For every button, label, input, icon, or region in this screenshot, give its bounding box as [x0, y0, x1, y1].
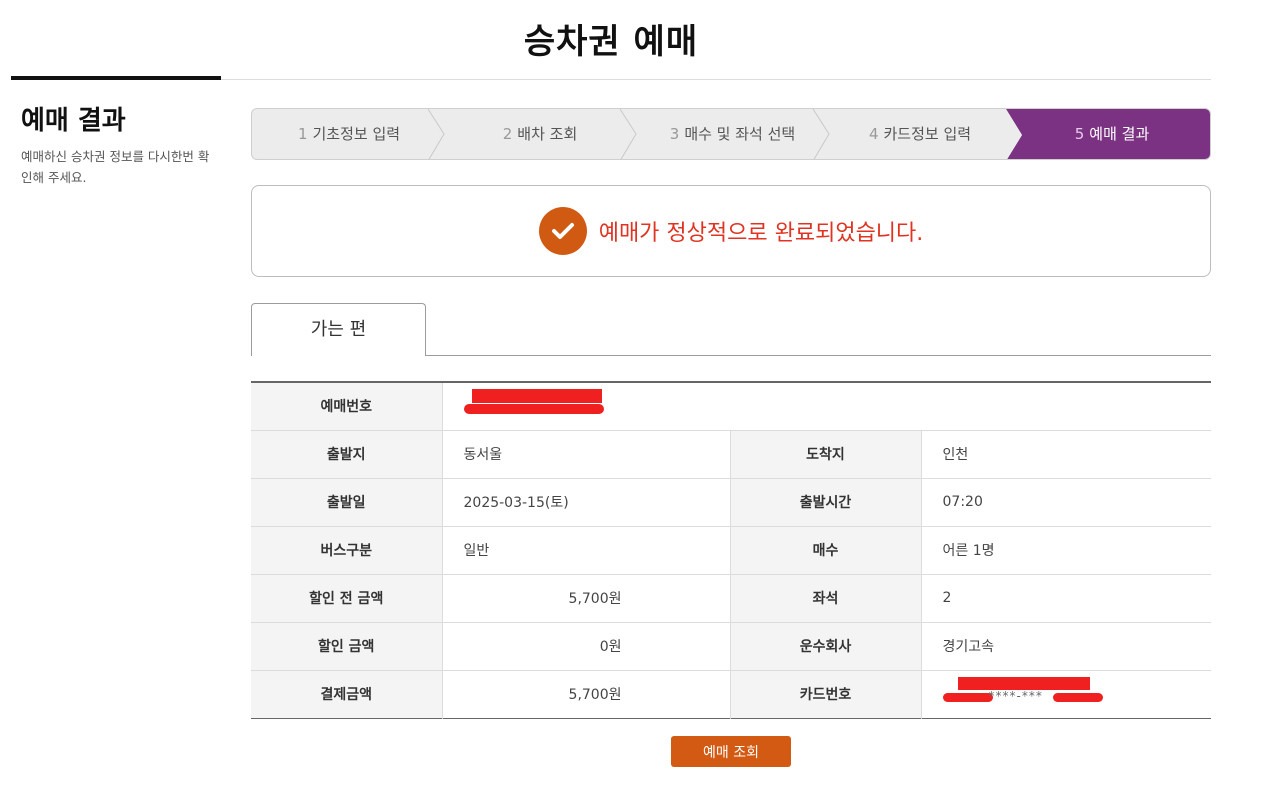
- label-departure: 출발지: [251, 430, 442, 479]
- table-row: 할인 금액 0원 운수회사 경기고속: [251, 622, 1211, 671]
- value-count: 어른 1명: [920, 526, 1211, 575]
- label-seat: 좌석: [729, 574, 921, 623]
- header-divider: [221, 79, 1211, 80]
- section-title: 예매 결과: [21, 106, 126, 136]
- table-row: 출발지 동서울 도착지 인천: [251, 430, 1211, 479]
- step-4: 4 카드정보 입력: [868, 125, 972, 143]
- tab-underline: [426, 355, 1211, 356]
- value-company: 경기고속: [920, 622, 1211, 671]
- label-reservation-no: 예매번호: [251, 382, 442, 431]
- result-message: 예매가 정상적으로 완료되었습니다.: [598, 221, 924, 246]
- step-5-active: 5 예매 결과: [1074, 125, 1150, 143]
- result-message-box: 예매가 정상적으로 완료되었습니다.: [251, 185, 1211, 277]
- value-pre-discount: 5,700원: [441, 574, 730, 623]
- check-circle-icon: [538, 207, 587, 255]
- label-date: 출발일: [251, 478, 442, 527]
- step-1: 1 기초정보 입력: [297, 125, 401, 143]
- table-row: 버스구분 일반 매수 어른 1명: [251, 526, 1211, 575]
- value-arrival: 인천: [920, 430, 1211, 479]
- value-departure: 동서울: [441, 430, 730, 479]
- header-divider-active: [11, 76, 221, 80]
- reservation-details-table: 예매번호 출발지 동서울 도착지 인천 출발일 2025-03-15(토) 출발…: [251, 381, 1211, 719]
- tab-outbound[interactable]: 가는 편: [251, 303, 426, 356]
- label-time: 출발시간: [729, 478, 921, 527]
- redacted-card-number: ****-***: [942, 677, 1103, 707]
- section-description: 예매하신 승차권 정보를 다시한번 확인해 주세요.: [21, 149, 210, 185]
- table-row: 출발일 2025-03-15(토) 출발시간 07:20: [251, 478, 1211, 527]
- label-bus-type: 버스구분: [251, 526, 442, 575]
- reservation-lookup-button[interactable]: 예매 조회: [671, 736, 791, 767]
- page-title: 승차권 예매: [523, 22, 699, 62]
- value-discount: 0원: [441, 622, 730, 671]
- value-bus-type: 일반: [441, 526, 730, 575]
- value-time: 07:20: [920, 478, 1211, 527]
- table-row: 할인 전 금액 5,700원 좌석 2: [251, 574, 1211, 623]
- label-arrival: 도착지: [729, 430, 921, 479]
- value-date: 2025-03-15(토): [441, 478, 730, 527]
- table-row: 결제금액 5,700원 카드번호 ****-***: [251, 670, 1211, 718]
- label-count: 매수: [729, 526, 921, 575]
- value-card: ****-***: [920, 670, 1211, 718]
- label-company: 운수회사: [729, 622, 921, 671]
- step-3: 3 매수 및 좌석 선택: [669, 125, 796, 143]
- progress-steps: 1 기초정보 입력 2 배차 조회 3 매수 및 좌석 선택 4 카드정보 입력 5 예매…: [251, 108, 1211, 160]
- label-discount: 할인 금액: [251, 622, 442, 671]
- label-pre-discount: 할인 전 금액: [251, 574, 442, 623]
- step-2: 2 배차 조회: [502, 125, 578, 143]
- label-total: 결제금액: [251, 670, 442, 718]
- redacted-reservation-no: [463, 389, 604, 419]
- table-row: 예매번호: [251, 382, 1211, 431]
- value-reservation-no: [441, 382, 1211, 431]
- value-total: 5,700원: [441, 670, 730, 718]
- value-seat: 2: [920, 574, 1211, 623]
- label-card: 카드번호: [729, 670, 921, 718]
